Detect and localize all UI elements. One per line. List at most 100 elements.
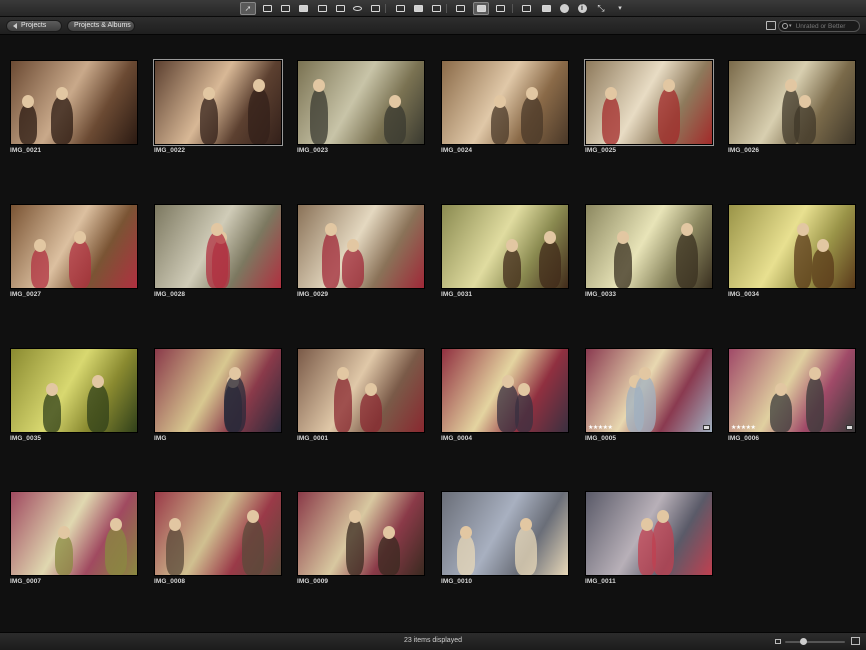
list-view-icon[interactable] (492, 2, 508, 15)
photo-thumbnail[interactable] (297, 348, 425, 433)
photo-tile[interactable]: IMG_0035 (10, 348, 138, 442)
projects-button[interactable]: Projects (6, 20, 62, 32)
brush-icon[interactable] (367, 2, 383, 15)
photo-tile[interactable]: IMG_0021 (10, 60, 138, 154)
thumbnail-size-slider[interactable] (785, 638, 845, 645)
photo-tile[interactable]: IMG_0028 (154, 204, 282, 298)
lift-tool-icon[interactable] (259, 2, 275, 15)
photo-tile[interactable]: IMG_0026 (728, 60, 856, 154)
photo-tile[interactable]: IMG_0029 (297, 204, 425, 298)
scene-figure (200, 96, 218, 144)
photo-thumbnail[interactable] (10, 348, 138, 433)
pointer-icon[interactable]: ➚ (240, 2, 256, 15)
photo-tile[interactable]: IMG_0025 (584, 59, 714, 154)
scene-figure (31, 248, 49, 288)
photo-thumbnail[interactable] (297, 60, 425, 145)
grid-view-icon[interactable] (473, 2, 489, 15)
viewer-icon[interactable] (392, 2, 408, 15)
scene-face (46, 383, 58, 396)
scene-figure (652, 519, 674, 575)
loupe-icon[interactable] (518, 2, 534, 15)
scene-figure (43, 392, 61, 432)
photo-thumbnail[interactable] (154, 204, 282, 289)
photo-thumbnail[interactable] (728, 60, 856, 145)
scene-figure (87, 384, 109, 432)
rating-filter-field[interactable]: ▾ Unrated or Better (778, 20, 860, 32)
photo-thumbnail[interactable] (585, 491, 713, 576)
photo-thumbnail[interactable] (728, 204, 856, 289)
photo-tile[interactable]: IMG_0034 (728, 204, 856, 298)
scene-face (110, 518, 122, 531)
photo-tile[interactable]: IMG_0009 (297, 491, 425, 585)
split-view-icon[interactable] (410, 2, 426, 15)
photo-thumbnail[interactable] (153, 59, 283, 146)
photo-filename: IMG_0034 (728, 291, 760, 298)
scene-figure (378, 535, 400, 575)
photo-tile[interactable]: IMG_0007 (10, 491, 138, 585)
toolbar-separator (512, 4, 513, 13)
adjustment-badge-icon (703, 425, 710, 430)
scene-figure (224, 376, 246, 432)
projects-albums-button[interactable]: Projects & Albums (67, 20, 135, 32)
rotate-icon[interactable] (314, 2, 330, 15)
photo-thumbnail[interactable] (585, 204, 713, 289)
scene-figure (384, 104, 406, 144)
photo-tile[interactable]: IMG_0031 (441, 204, 569, 298)
photo-tile[interactable]: IMG_0033 (585, 204, 713, 298)
toolbar-separator (385, 4, 386, 13)
photo-thumbnail[interactable] (441, 348, 569, 433)
photo-thumbnail[interactable] (297, 491, 425, 576)
stamp-tool-icon[interactable] (277, 2, 293, 15)
scene-figure (310, 88, 328, 144)
scene-face (34, 239, 46, 252)
photo-tile[interactable]: IMG_0008 (154, 491, 282, 585)
photo-tile[interactable]: IMG_0004 (441, 348, 569, 442)
photo-thumbnail[interactable] (10, 60, 138, 145)
photo-thumbnail[interactable] (10, 204, 138, 289)
photo-thumbnail[interactable] (10, 491, 138, 576)
scene-face (325, 223, 337, 236)
browser-icon[interactable] (428, 2, 444, 15)
red-eye-icon[interactable] (349, 2, 365, 15)
photo-tile[interactable]: IMG_0010 (441, 491, 569, 585)
slider-knob[interactable] (800, 638, 807, 645)
photo-thumbnail[interactable] (154, 491, 282, 576)
crop-icon[interactable] (332, 2, 348, 15)
photo-tile[interactable]: ★★★★★ IMG_0005 (585, 348, 713, 442)
photo-tile[interactable]: IMG_0027 (10, 204, 138, 298)
fullscreen-icon[interactable]: ⤡ (593, 2, 609, 15)
photo-tile[interactable]: IMG_0001 (297, 348, 425, 442)
photo-filename: IMG_0005 (585, 435, 617, 442)
projects-button-label: Projects (21, 22, 47, 29)
photo-thumbnail[interactable]: ★★★★★ (728, 348, 856, 433)
scene-face (639, 367, 651, 380)
photo-thumbnail[interactable] (297, 204, 425, 289)
filmstrip-icon[interactable] (452, 2, 468, 15)
photo-filename: IMG_0029 (297, 291, 329, 298)
photo-filename: IMG_0022 (154, 147, 186, 154)
adjustments-icon[interactable] (556, 2, 572, 15)
photo-thumbnail[interactable] (441, 60, 569, 145)
photo-thumbnail[interactable]: ★★★★★ (585, 348, 713, 433)
photo-tile[interactable]: IMG_0024 (441, 60, 569, 154)
photo-tile[interactable]: IMG_0022 (153, 59, 283, 154)
photo-thumbnail[interactable] (154, 348, 282, 433)
info-icon[interactable]: i (574, 2, 590, 15)
stack-icon[interactable] (295, 2, 311, 15)
scene-figure (69, 240, 91, 288)
photo-thumbnail[interactable] (441, 204, 569, 289)
scene-figure (360, 392, 382, 432)
photo-thumbnail[interactable] (584, 59, 714, 146)
overflow-icon[interactable]: ▾ (612, 2, 628, 15)
photo-tile[interactable]: ★★★★★ IMG_0006 (728, 348, 856, 442)
scene-face (785, 79, 797, 92)
photo-tile[interactable]: IMG_0023 (297, 60, 425, 154)
tag-icon[interactable] (538, 2, 554, 15)
photo-tile[interactable]: IMG (154, 348, 282, 442)
photo-thumbnail[interactable] (441, 491, 569, 576)
viewer-toggle-icon[interactable] (766, 21, 776, 30)
scene-face (526, 87, 538, 100)
photo-tile[interactable]: IMG_0011 (585, 491, 713, 585)
scene-face (494, 95, 506, 108)
item-count-label: 23 items displayed (404, 637, 462, 644)
